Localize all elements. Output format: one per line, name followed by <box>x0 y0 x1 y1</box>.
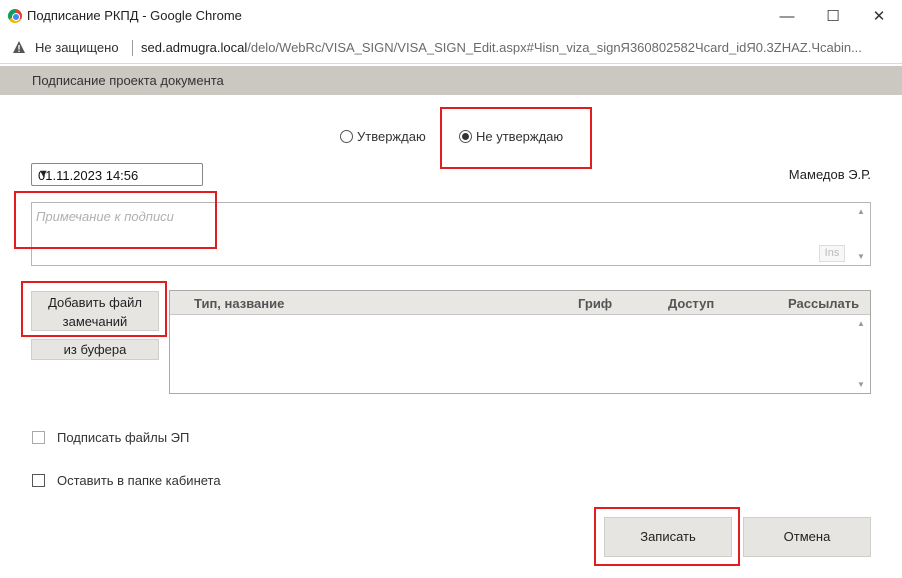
column-access[interactable]: Доступ <box>668 296 714 311</box>
scroll-down-icon[interactable]: ▼ <box>857 380 865 389</box>
files-table[interactable]: Тип, название Гриф Доступ Рассылать ▲ ▼ <box>169 290 871 394</box>
radio-approve[interactable]: Утверждаю <box>340 129 426 144</box>
radio-approve-circle[interactable] <box>340 130 353 143</box>
close-button[interactable]: ✕ <box>856 0 902 32</box>
chevron-down-icon: ▼ <box>38 168 49 180</box>
sign-files-label: Подписать файлы ЭП <box>57 430 190 445</box>
cancel-button[interactable]: Отмена <box>743 517 871 557</box>
scroll-down-icon[interactable]: ▼ <box>857 252 865 261</box>
note-scrollbar[interactable]: ▲ ▼ <box>853 203 870 265</box>
chrome-logo-icon <box>8 9 22 23</box>
url-text[interactable]: sed.admugra.local/delo/WebRc/VISA_SIGN/V… <box>141 40 886 55</box>
maximize-button[interactable]: ☐ <box>810 0 856 32</box>
highlight-note-box <box>14 191 217 249</box>
column-type-name[interactable]: Тип, название <box>194 296 284 311</box>
scroll-up-icon[interactable]: ▲ <box>857 319 865 328</box>
date-select[interactable]: 01.11.2023 14:56 ▼ <box>31 163 203 186</box>
highlight-add-file-box <box>21 281 167 337</box>
keep-in-folder-label: Оставить в папке кабинета <box>57 473 221 488</box>
warning-triangle-icon <box>13 41 25 53</box>
files-table-header: Тип, название Гриф Доступ Рассылать <box>170 291 870 315</box>
security-label[interactable]: Не защищено <box>35 40 119 55</box>
window-titlebar: Подписание РКПД - Google Chrome — ☐ ✕ <box>0 0 902 32</box>
url-host: sed.admugra.local <box>141 40 248 55</box>
keep-in-folder-option[interactable]: Оставить в папке кабинета <box>32 473 221 488</box>
dialog-header: Подписание проекта документа <box>0 66 902 95</box>
highlight-reject-box <box>440 107 592 169</box>
minimize-button[interactable]: — <box>764 0 810 32</box>
files-table-body: ▲ ▼ <box>170 315 870 393</box>
dialog-title: Подписание проекта документа <box>32 73 224 88</box>
address-bar[interactable]: Не защищено sed.admugra.local/delo/WebRc… <box>0 32 902 64</box>
radio-approve-label: Утверждаю <box>357 129 426 144</box>
keep-in-folder-checkbox[interactable] <box>32 474 45 487</box>
sign-files-option[interactable]: Подписать файлы ЭП <box>32 430 189 445</box>
from-buffer-button[interactable]: из буфера <box>31 339 159 360</box>
signer-name: Мамедов Э.Р. <box>788 167 871 182</box>
address-separator <box>132 40 133 56</box>
files-scrollbar[interactable]: ▲ ▼ <box>853 315 870 393</box>
column-stamp[interactable]: Гриф <box>578 296 612 311</box>
sign-files-checkbox[interactable] <box>32 431 45 444</box>
scroll-up-icon[interactable]: ▲ <box>857 207 865 216</box>
column-send[interactable]: Рассылать <box>788 296 859 311</box>
ins-button[interactable]: Ins <box>819 245 845 262</box>
highlight-save-box <box>594 507 740 566</box>
url-path: /delo/WebRc/VISA_SIGN/VISA_SIGN_Edit.asp… <box>247 40 862 55</box>
window-title: Подписание РКПД - Google Chrome <box>27 8 242 23</box>
